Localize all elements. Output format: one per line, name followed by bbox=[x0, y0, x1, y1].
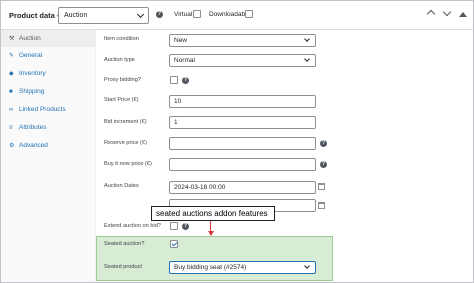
chevron-down-icon bbox=[304, 56, 310, 62]
tab-label: Linked Products bbox=[19, 106, 66, 113]
virtual-checkbox[interactable] bbox=[193, 10, 201, 18]
chevron-down-icon bbox=[304, 263, 310, 269]
tab-advanced[interactable]: ⚙ Advanced bbox=[1, 137, 96, 154]
tab-label: Attributes bbox=[19, 124, 47, 131]
product-type-select[interactable]: Auction bbox=[58, 7, 149, 24]
proxy-bidding-checkbox[interactable] bbox=[170, 76, 178, 84]
chevron-down-icon bbox=[136, 10, 145, 19]
seated-auction-label: Seated auction? bbox=[104, 241, 145, 247]
extend-auction-checkbox[interactable] bbox=[170, 222, 178, 230]
seated-product-label: Seated product bbox=[104, 264, 142, 270]
auction-dates-label: Auction Dates bbox=[104, 183, 139, 189]
callout-text: seated auctions addon features bbox=[156, 209, 268, 218]
bid-increment-label: Bid increment (€) bbox=[104, 119, 147, 125]
panel-title: Product data — bbox=[9, 11, 65, 20]
seated-auction-checkbox[interactable] bbox=[170, 240, 178, 248]
item-condition-select[interactable]: New bbox=[169, 34, 316, 47]
proxy-bidding-label: Proxy bidding? bbox=[104, 77, 142, 83]
product-data-header: Product data — Auction ? Virtual: Downlo… bbox=[1, 1, 473, 30]
help-icon[interactable]: ? bbox=[182, 223, 189, 230]
tab-general[interactable]: ✎ General bbox=[1, 47, 96, 64]
tab-label: General bbox=[19, 52, 43, 59]
item-condition-label: Item condition bbox=[104, 36, 139, 42]
extend-auction-label: Extend auction on bid? bbox=[104, 223, 161, 229]
list-icon: ≡ bbox=[9, 124, 13, 131]
gavel-icon: ⚒ bbox=[9, 35, 15, 42]
item-condition-value: New bbox=[174, 37, 188, 44]
help-icon[interactable]: ? bbox=[156, 11, 163, 18]
help-icon[interactable]: ? bbox=[182, 77, 189, 84]
reserve-price-label: Reserve price (€) bbox=[104, 140, 147, 146]
seated-product-select[interactable]: Buy bidding seat (#2574) bbox=[169, 261, 316, 274]
truck-icon: ■ bbox=[9, 88, 13, 95]
help-icon[interactable]: ? bbox=[320, 140, 327, 147]
tag-icon: ◆ bbox=[9, 70, 14, 77]
tab-label: Inventory bbox=[19, 70, 46, 77]
product-data-panel: Product data — Auction ? Virtual: Downlo… bbox=[0, 0, 474, 283]
move-down-icon[interactable] bbox=[442, 7, 452, 17]
tab-shipping[interactable]: ■ Shipping bbox=[1, 83, 96, 100]
start-price-label: Start Price (€) bbox=[104, 97, 139, 103]
tab-auction[interactable]: ⚒ Auction bbox=[1, 30, 96, 47]
auction-type-label: Auction type bbox=[104, 57, 135, 63]
buy-it-now-label: Buy it now price (€) bbox=[104, 161, 152, 167]
start-price-value: 10 bbox=[174, 98, 182, 105]
link-icon: ∞ bbox=[9, 106, 14, 113]
collapse-toggle-icon[interactable] bbox=[459, 12, 467, 17]
auction-start-date-input[interactable]: 2024-03-18 00:00 bbox=[169, 181, 316, 194]
bid-increment-input[interactable]: 1 bbox=[169, 116, 316, 129]
annotation-callout: seated auctions addon features bbox=[151, 206, 275, 221]
product-type-value: Auction bbox=[64, 12, 88, 19]
reserve-price-input[interactable] bbox=[169, 137, 316, 150]
auction-type-value: Normal bbox=[174, 57, 195, 64]
tab-label: Advanced bbox=[19, 142, 48, 149]
seated-product-value: Buy bidding seat (#2574) bbox=[174, 264, 247, 271]
tab-linked-products[interactable]: ∞ Linked Products bbox=[1, 101, 96, 118]
start-price-input[interactable]: 10 bbox=[169, 95, 316, 108]
chevron-down-icon bbox=[304, 36, 310, 42]
downloadable-checkbox[interactable] bbox=[245, 10, 253, 18]
gear-icon: ⚙ bbox=[9, 142, 15, 149]
calendar-icon[interactable] bbox=[318, 202, 325, 209]
wrench-icon: ✎ bbox=[9, 52, 15, 59]
auction-type-select[interactable]: Normal bbox=[169, 54, 316, 67]
tab-inventory[interactable]: ◆ Inventory bbox=[1, 65, 96, 82]
calendar-icon[interactable] bbox=[318, 183, 325, 190]
product-data-tabs: ⚒ Auction ✎ General ◆ Inventory ■ Shippi… bbox=[1, 30, 96, 282]
bid-increment-value: 1 bbox=[174, 119, 178, 126]
tab-label: Shipping bbox=[19, 88, 45, 95]
buy-it-now-input[interactable] bbox=[169, 158, 316, 171]
auction-start-date-value: 2024-03-18 00:00 bbox=[174, 184, 226, 191]
tab-attributes[interactable]: ≡ Attributes bbox=[1, 119, 96, 136]
move-up-icon[interactable] bbox=[426, 9, 436, 19]
virtual-label: Virtual: bbox=[174, 11, 195, 18]
tab-label: Auction bbox=[19, 35, 41, 42]
help-icon[interactable]: ? bbox=[320, 161, 327, 168]
